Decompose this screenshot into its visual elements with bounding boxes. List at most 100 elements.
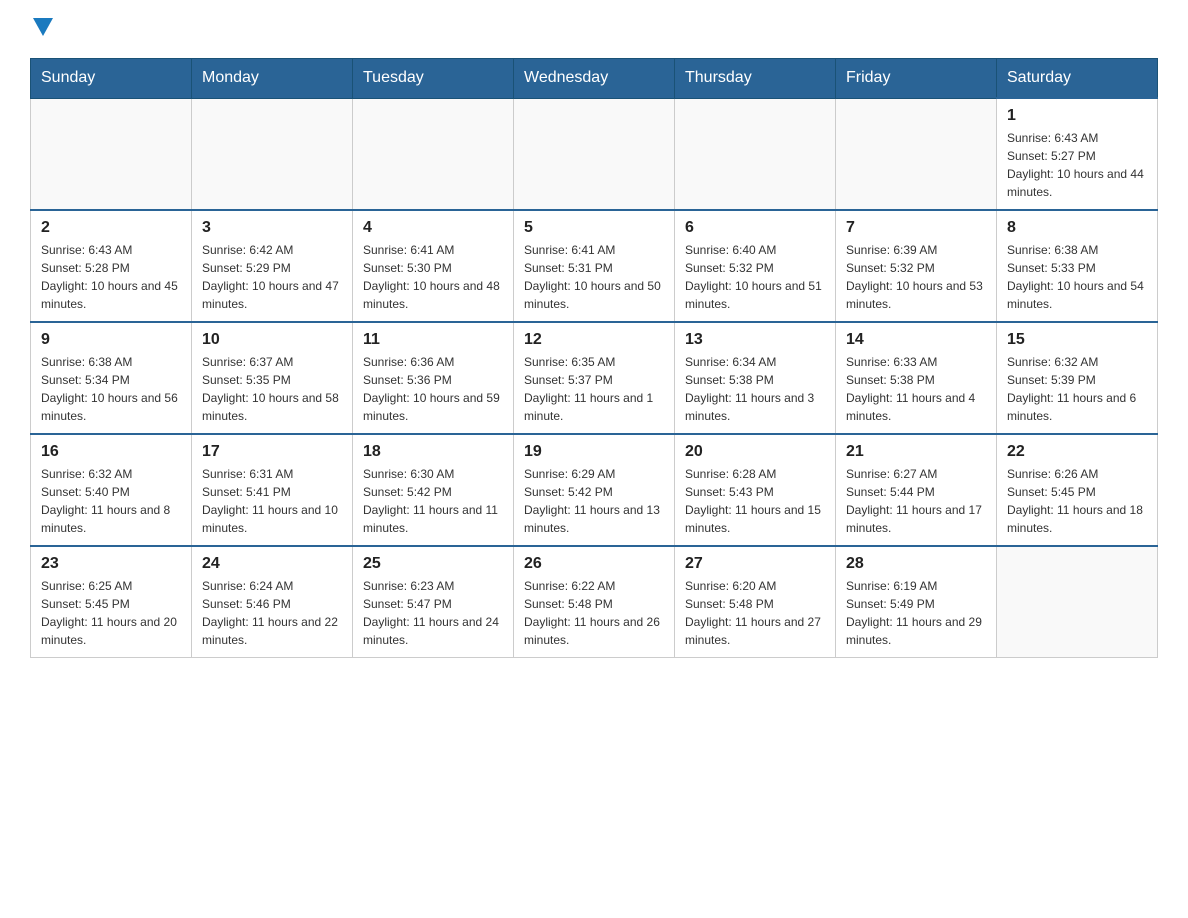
- day-number: 3: [202, 219, 342, 237]
- calendar-cell: 21 Sunrise: 6:27 AM Sunset: 5:44 PM Dayli…: [836, 434, 997, 546]
- day-info: Sunrise: 6:41 AM Sunset: 5:31 PM Dayligh…: [524, 241, 664, 313]
- calendar-cell: 4 Sunrise: 6:41 AM Sunset: 5:30 PM Daylig…: [353, 210, 514, 322]
- day-info: Sunrise: 6:34 AM Sunset: 5:38 PM Dayligh…: [685, 353, 825, 425]
- day-info: Sunrise: 6:32 AM Sunset: 5:39 PM Dayligh…: [1007, 353, 1147, 425]
- day-info: Sunrise: 6:38 AM Sunset: 5:34 PM Dayligh…: [41, 353, 181, 425]
- calendar-cell: 9 Sunrise: 6:38 AM Sunset: 5:34 PM Daylig…: [31, 322, 192, 434]
- day-number: 9: [41, 331, 181, 349]
- calendar-cell: 11 Sunrise: 6:36 AM Sunset: 5:36 PM Dayli…: [353, 322, 514, 434]
- calendar-cell: [514, 98, 675, 210]
- calendar-cell: 15Sunrise: 6:32 AM Sunset: 5:39 PM Dayli…: [997, 322, 1158, 434]
- calendar-week-row: 1Sunrise: 6:43 AM Sunset: 5:27 PM Daylig…: [31, 98, 1158, 210]
- weekday-header: Wednesday: [514, 59, 675, 99]
- day-number: 8: [1007, 219, 1147, 237]
- calendar-cell: 19 Sunrise: 6:29 AM Sunset: 5:42 PM Dayli…: [514, 434, 675, 546]
- day-info: Sunrise: 6:39 AM Sunset: 5:32 PM Dayligh…: [846, 241, 986, 313]
- day-number: 11: [363, 331, 503, 349]
- day-info: Sunrise: 6:25 AM Sunset: 5:45 PM Dayligh…: [41, 577, 181, 649]
- calendar-cell: [675, 98, 836, 210]
- day-number: 2: [41, 219, 181, 237]
- day-info: Sunrise: 6:24 AM Sunset: 5:46 PM Dayligh…: [202, 577, 342, 649]
- day-number: 22: [1007, 443, 1147, 461]
- day-info: Sunrise: 6:23 AM Sunset: 5:47 PM Dayligh…: [363, 577, 503, 649]
- calendar-cell: 3 Sunrise: 6:42 AM Sunset: 5:29 PM Daylig…: [192, 210, 353, 322]
- calendar-cell: 23 Sunrise: 6:25 AM Sunset: 5:45 PM Dayli…: [31, 546, 192, 658]
- calendar-week-row: 16 Sunrise: 6:32 AM Sunset: 5:40 PM Dayli…: [31, 434, 1158, 546]
- day-info: Sunrise: 6:28 AM Sunset: 5:43 PM Dayligh…: [685, 465, 825, 537]
- day-number: 13: [685, 331, 825, 349]
- calendar-cell: 14 Sunrise: 6:33 AM Sunset: 5:38 PM Dayli…: [836, 322, 997, 434]
- calendar-week-row: 23 Sunrise: 6:25 AM Sunset: 5:45 PM Dayli…: [31, 546, 1158, 658]
- day-number: 7: [846, 219, 986, 237]
- calendar-cell: 18 Sunrise: 6:30 AM Sunset: 5:42 PM Dayli…: [353, 434, 514, 546]
- day-info: Sunrise: 6:31 AM Sunset: 5:41 PM Dayligh…: [202, 465, 342, 537]
- calendar-cell: 20Sunrise: 6:28 AM Sunset: 5:43 PM Dayli…: [675, 434, 836, 546]
- day-info: Sunrise: 6:32 AM Sunset: 5:40 PM Dayligh…: [41, 465, 181, 537]
- calendar-cell: 25 Sunrise: 6:23 AM Sunset: 5:47 PM Dayli…: [353, 546, 514, 658]
- day-info: Sunrise: 6:35 AM Sunset: 5:37 PM Dayligh…: [524, 353, 664, 425]
- day-info: Sunrise: 6:30 AM Sunset: 5:42 PM Dayligh…: [363, 465, 503, 537]
- weekday-header: Tuesday: [353, 59, 514, 99]
- calendar-cell: 26 Sunrise: 6:22 AM Sunset: 5:48 PM Dayli…: [514, 546, 675, 658]
- day-info: Sunrise: 6:29 AM Sunset: 5:42 PM Dayligh…: [524, 465, 664, 537]
- calendar-cell: 12 Sunrise: 6:35 AM Sunset: 5:37 PM Dayli…: [514, 322, 675, 434]
- calendar-cell: 16 Sunrise: 6:32 AM Sunset: 5:40 PM Dayli…: [31, 434, 192, 546]
- day-info: Sunrise: 6:37 AM Sunset: 5:35 PM Dayligh…: [202, 353, 342, 425]
- day-info: Sunrise: 6:33 AM Sunset: 5:38 PM Dayligh…: [846, 353, 986, 425]
- calendar-cell: 13 Sunrise: 6:34 AM Sunset: 5:38 PM Dayli…: [675, 322, 836, 434]
- calendar-cell: 6 Sunrise: 6:40 AM Sunset: 5:32 PM Daylig…: [675, 210, 836, 322]
- calendar-cell: 22 Sunrise: 6:26 AM Sunset: 5:45 PM Dayli…: [997, 434, 1158, 546]
- day-number: 18: [363, 443, 503, 461]
- calendar-table: SundayMondayTuesdayWednesdayThursdayFrid…: [30, 58, 1158, 658]
- day-number: 21: [846, 443, 986, 461]
- day-number: 5: [524, 219, 664, 237]
- calendar-cell: 8 Sunrise: 6:38 AM Sunset: 5:33 PM Daylig…: [997, 210, 1158, 322]
- day-number: 23: [41, 555, 181, 573]
- weekday-header: Friday: [836, 59, 997, 99]
- day-number: 26: [524, 555, 664, 573]
- logo-triangle-icon: [33, 18, 53, 38]
- day-info: Sunrise: 6:36 AM Sunset: 5:36 PM Dayligh…: [363, 353, 503, 425]
- day-info: Sunrise: 6:20 AM Sunset: 5:48 PM Dayligh…: [685, 577, 825, 649]
- day-number: 19: [524, 443, 664, 461]
- calendar-cell: [353, 98, 514, 210]
- day-number: 4: [363, 219, 503, 237]
- weekday-header: Saturday: [997, 59, 1158, 99]
- day-number: 14: [846, 331, 986, 349]
- calendar-cell: 10 Sunrise: 6:37 AM Sunset: 5:35 PM Dayli…: [192, 322, 353, 434]
- day-number: 16: [41, 443, 181, 461]
- day-info: Sunrise: 6:42 AM Sunset: 5:29 PM Dayligh…: [202, 241, 342, 313]
- day-info: Sunrise: 6:38 AM Sunset: 5:33 PM Dayligh…: [1007, 241, 1147, 313]
- calendar-cell: 24Sunrise: 6:24 AM Sunset: 5:46 PM Dayli…: [192, 546, 353, 658]
- calendar-week-row: 2 Sunrise: 6:43 AM Sunset: 5:28 PM Daylig…: [31, 210, 1158, 322]
- calendar-cell: [192, 98, 353, 210]
- page-header: [30, 20, 1158, 38]
- weekday-header: Monday: [192, 59, 353, 99]
- day-info: Sunrise: 6:43 AM Sunset: 5:28 PM Dayligh…: [41, 241, 181, 313]
- calendar-cell: 27 Sunrise: 6:20 AM Sunset: 5:48 PM Dayli…: [675, 546, 836, 658]
- day-number: 1: [1007, 107, 1147, 125]
- day-number: 28: [846, 555, 986, 573]
- day-number: 6: [685, 219, 825, 237]
- calendar-header-row: SundayMondayTuesdayWednesdayThursdayFrid…: [31, 59, 1158, 99]
- day-number: 27: [685, 555, 825, 573]
- day-info: Sunrise: 6:22 AM Sunset: 5:48 PM Dayligh…: [524, 577, 664, 649]
- day-info: Sunrise: 6:19 AM Sunset: 5:49 PM Dayligh…: [846, 577, 986, 649]
- day-number: 12: [524, 331, 664, 349]
- calendar-cell: [836, 98, 997, 210]
- calendar-cell: 5 Sunrise: 6:41 AM Sunset: 5:31 PM Daylig…: [514, 210, 675, 322]
- day-number: 10: [202, 331, 342, 349]
- calendar-cell: [31, 98, 192, 210]
- day-info: Sunrise: 6:27 AM Sunset: 5:44 PM Dayligh…: [846, 465, 986, 537]
- calendar-week-row: 9 Sunrise: 6:38 AM Sunset: 5:34 PM Daylig…: [31, 322, 1158, 434]
- day-info: Sunrise: 6:26 AM Sunset: 5:45 PM Dayligh…: [1007, 465, 1147, 537]
- calendar-cell: 2 Sunrise: 6:43 AM Sunset: 5:28 PM Daylig…: [31, 210, 192, 322]
- calendar-cell: 17 Sunrise: 6:31 AM Sunset: 5:41 PM Dayli…: [192, 434, 353, 546]
- day-info: Sunrise: 6:40 AM Sunset: 5:32 PM Dayligh…: [685, 241, 825, 313]
- logo: [30, 20, 53, 38]
- day-number: 17: [202, 443, 342, 461]
- calendar-cell: 28 Sunrise: 6:19 AM Sunset: 5:49 PM Dayli…: [836, 546, 997, 658]
- calendar-cell: [997, 546, 1158, 658]
- day-number: 25: [363, 555, 503, 573]
- day-info: Sunrise: 6:41 AM Sunset: 5:30 PM Dayligh…: [363, 241, 503, 313]
